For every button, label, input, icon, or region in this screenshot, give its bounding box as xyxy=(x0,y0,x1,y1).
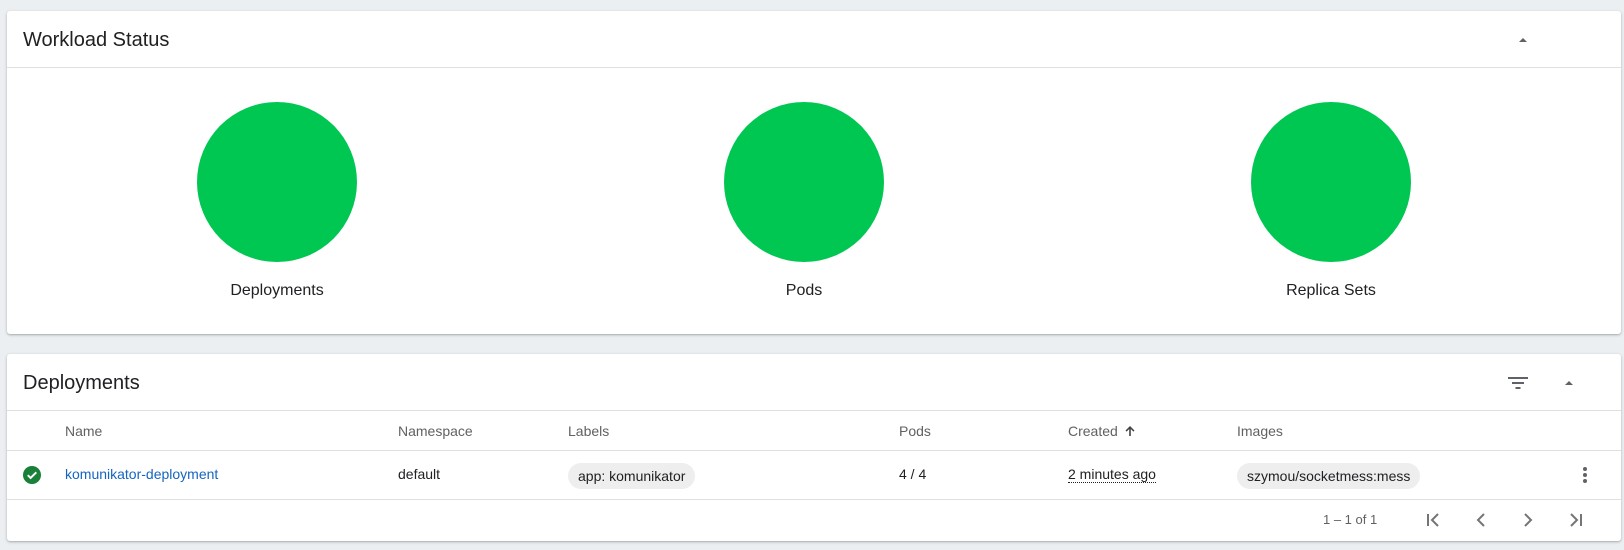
column-header-pods: Pods xyxy=(899,423,931,439)
row-actions-button[interactable] xyxy=(1569,459,1601,491)
arrow-drop-up-icon xyxy=(1519,38,1527,42)
last-page-button[interactable] xyxy=(1559,504,1591,536)
deployments-header: Deployments xyxy=(7,354,1621,411)
image-chip: szymou/socketmess:mess xyxy=(1237,463,1421,489)
deployment-name-link[interactable]: komunikator-deployment xyxy=(65,466,218,482)
deployment-pods: 4 / 4 xyxy=(899,466,927,482)
filter-button[interactable] xyxy=(1502,367,1534,399)
pods-status[interactable]: Pods xyxy=(654,102,954,300)
column-header-created[interactable]: Created xyxy=(1068,423,1136,439)
first-page-button[interactable] xyxy=(1418,504,1450,536)
previous-page-button[interactable] xyxy=(1465,504,1497,536)
replica-sets-status[interactable]: Replica Sets xyxy=(1181,102,1481,300)
column-header-labels: Labels xyxy=(568,423,610,439)
label-chip: app: komunikator xyxy=(568,463,696,489)
table-header-row: Name Namespace Labels Pods Created Image… xyxy=(7,411,1621,451)
first-page-icon xyxy=(1427,513,1439,527)
replica-sets-status-label: Replica Sets xyxy=(1286,282,1376,299)
paginator: 1 – 1 of 1 xyxy=(7,500,1621,540)
column-header-namespace[interactable]: Namespace xyxy=(398,423,473,439)
filter-list-icon xyxy=(1508,377,1528,389)
more-vert-icon xyxy=(1583,467,1587,483)
chevron-left-icon xyxy=(1476,513,1485,527)
table-row: komunikator-deployment default app: komu… xyxy=(7,451,1621,500)
deployment-created: 2 minutes ago xyxy=(1068,466,1156,483)
arrow-drop-up-icon xyxy=(1565,381,1573,385)
column-header-name[interactable]: Name xyxy=(65,423,102,439)
deployments-status-label: Deployments xyxy=(230,282,324,299)
replica-sets-status-circle xyxy=(1251,102,1411,262)
deployments-status[interactable]: Deployments xyxy=(127,102,427,300)
deployments-collapse-button[interactable] xyxy=(1553,367,1585,399)
check-circle-icon-disc xyxy=(23,466,41,484)
deployment-namespace: default xyxy=(398,466,441,482)
deployments-card: Deployments Name Namespace Labels Pods C… xyxy=(7,354,1621,541)
pods-status-circle xyxy=(724,102,884,262)
chevron-right-icon xyxy=(1524,513,1533,527)
workload-status-title: Workload Status xyxy=(23,29,170,51)
arrow-upward-icon xyxy=(1125,426,1135,436)
column-header-created-label: Created xyxy=(1068,423,1118,439)
workload-collapse-button[interactable] xyxy=(1507,24,1539,56)
deployments-status-circle xyxy=(197,102,357,262)
workload-status-card: Workload Status Deployments Pods Replica… xyxy=(7,11,1621,334)
last-page-icon xyxy=(1570,513,1582,527)
deployments-title: Deployments xyxy=(23,372,140,394)
pods-status-label: Pods xyxy=(785,282,823,299)
check-circle-icon xyxy=(23,466,41,484)
column-header-images: Images xyxy=(1237,423,1283,439)
workload-status-header: Workload Status xyxy=(7,11,1621,68)
next-page-button[interactable] xyxy=(1512,504,1544,536)
paginator-range-label: 1 – 1 of 1 xyxy=(1323,512,1378,527)
